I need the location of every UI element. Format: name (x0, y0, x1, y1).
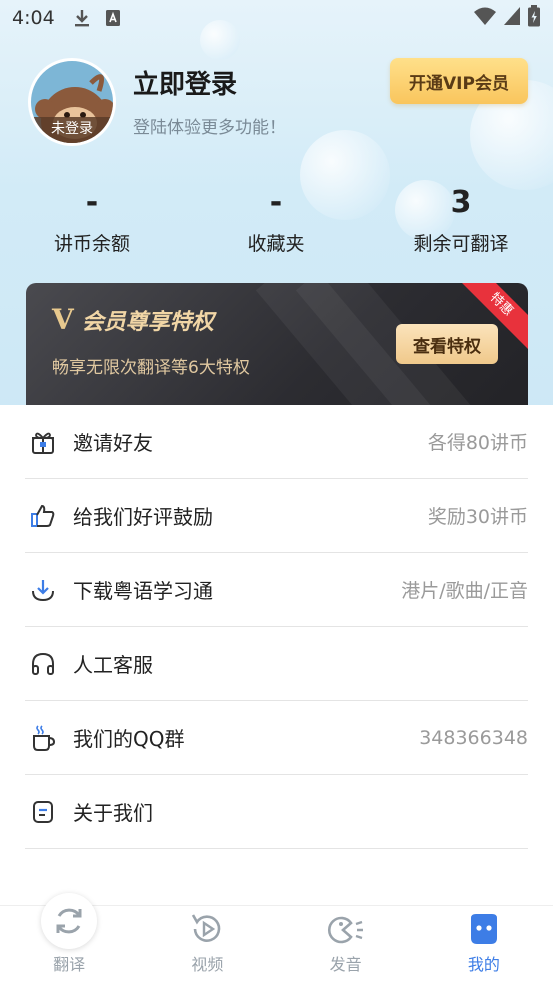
menu-item-value: 348366348 (419, 726, 528, 749)
tab-label: 视频 (191, 955, 224, 974)
tab-mine[interactable]: 我的 (415, 906, 553, 983)
download-icon (27, 574, 59, 606)
stat-value: 3 (450, 185, 472, 220)
keyboard-status-icon (105, 9, 121, 27)
tab-label: 我的 (467, 955, 500, 974)
translate-icon (41, 893, 98, 949)
tab-translate[interactable]: 翻译 (0, 893, 138, 983)
menu-item-value: 港片/歌曲/正音 (401, 580, 528, 602)
status-right-icons (473, 4, 541, 32)
battery-icon (527, 4, 541, 32)
stat-remaining-translations[interactable]: 3 剩余可翻译 (371, 183, 551, 256)
stat-label: 讲币余额 (53, 233, 130, 255)
login-subtitle: 登陆体验更多功能！ (133, 118, 286, 138)
vip-privilege-card[interactable]: V 会员尊享特权 畅享无限次翻译等6大特权 查看特权 特惠 (26, 283, 528, 405)
tab-label: 翻译 (53, 955, 86, 974)
menu-item-label: 关于我们 (73, 801, 153, 825)
avatar[interactable]: 未登录 (28, 58, 116, 146)
pronunciation-icon (326, 909, 366, 949)
login-title[interactable]: 立即登录 (133, 64, 237, 101)
menu-item-label: 我们的QQ群 (73, 727, 185, 751)
coffee-cup-icon (27, 722, 59, 754)
wifi-icon (473, 6, 497, 31)
menu-item-download-app[interactable]: 下载粤语学习通 港片/歌曲/正音 (25, 553, 528, 627)
stat-label: 剩余可翻译 (413, 233, 509, 255)
signal-icon (503, 6, 521, 31)
bottom-tab-bar: 翻译 视频 发音 我的 (0, 893, 553, 983)
menu-item-invite-friends[interactable]: 邀请好友 各得80讲币 (25, 405, 528, 479)
menu-item-about-us[interactable]: 关于我们 (25, 775, 528, 849)
menu-item-label: 给我们好评鼓励 (73, 505, 213, 529)
menu-item-qq-group[interactable]: 我们的QQ群 348366348 (25, 701, 528, 775)
tab-label: 发音 (329, 955, 362, 974)
status-time: 4:04 (12, 7, 55, 29)
info-icon (27, 796, 59, 828)
headphones-icon (27, 648, 59, 680)
stat-favorites[interactable]: - 收藏夹 (186, 183, 366, 256)
tab-video[interactable]: 视频 (138, 906, 276, 983)
vip-card-title: V 会员尊享特权 (52, 303, 214, 336)
tab-pronunciation[interactable]: 发音 (277, 906, 415, 983)
stat-coin-balance[interactable]: - 讲币余额 (2, 183, 182, 256)
menu-item-customer-service[interactable]: 人工客服 (25, 627, 528, 701)
avatar-login-tag: 未登录 (31, 117, 113, 143)
view-privileges-button[interactable]: 查看特权 (396, 324, 498, 364)
settings-menu: 邀请好友 各得80讲币 给我们好评鼓励 奖励30讲币 下载粤语学习通 港片/歌曲… (0, 405, 553, 849)
stat-label: 收藏夹 (247, 233, 305, 255)
video-icon (187, 909, 227, 949)
menu-item-value: 奖励30讲币 (427, 506, 528, 528)
menu-item-label: 人工客服 (73, 653, 153, 677)
vip-card-title-text: 会员尊享特权 (81, 309, 214, 335)
stat-value: - (269, 185, 283, 220)
vip-card-description: 畅享无限次翻译等6大特权 (52, 358, 250, 378)
download-status-icon (73, 8, 91, 28)
vip-v-icon: V (52, 303, 74, 336)
stat-value: - (85, 185, 99, 220)
menu-item-label: 下载粤语学习通 (73, 579, 213, 603)
thumbs-up-icon (27, 500, 59, 532)
gift-icon (27, 426, 59, 458)
mine-icon (464, 909, 504, 949)
open-vip-button[interactable]: 开通VIP会员 (390, 58, 528, 104)
menu-item-label: 邀请好友 (73, 431, 153, 455)
menu-item-rate-us[interactable]: 给我们好评鼓励 奖励30讲币 (25, 479, 528, 553)
menu-item-value: 各得80讲币 (427, 432, 528, 454)
status-bar: 4:04 (0, 0, 553, 36)
